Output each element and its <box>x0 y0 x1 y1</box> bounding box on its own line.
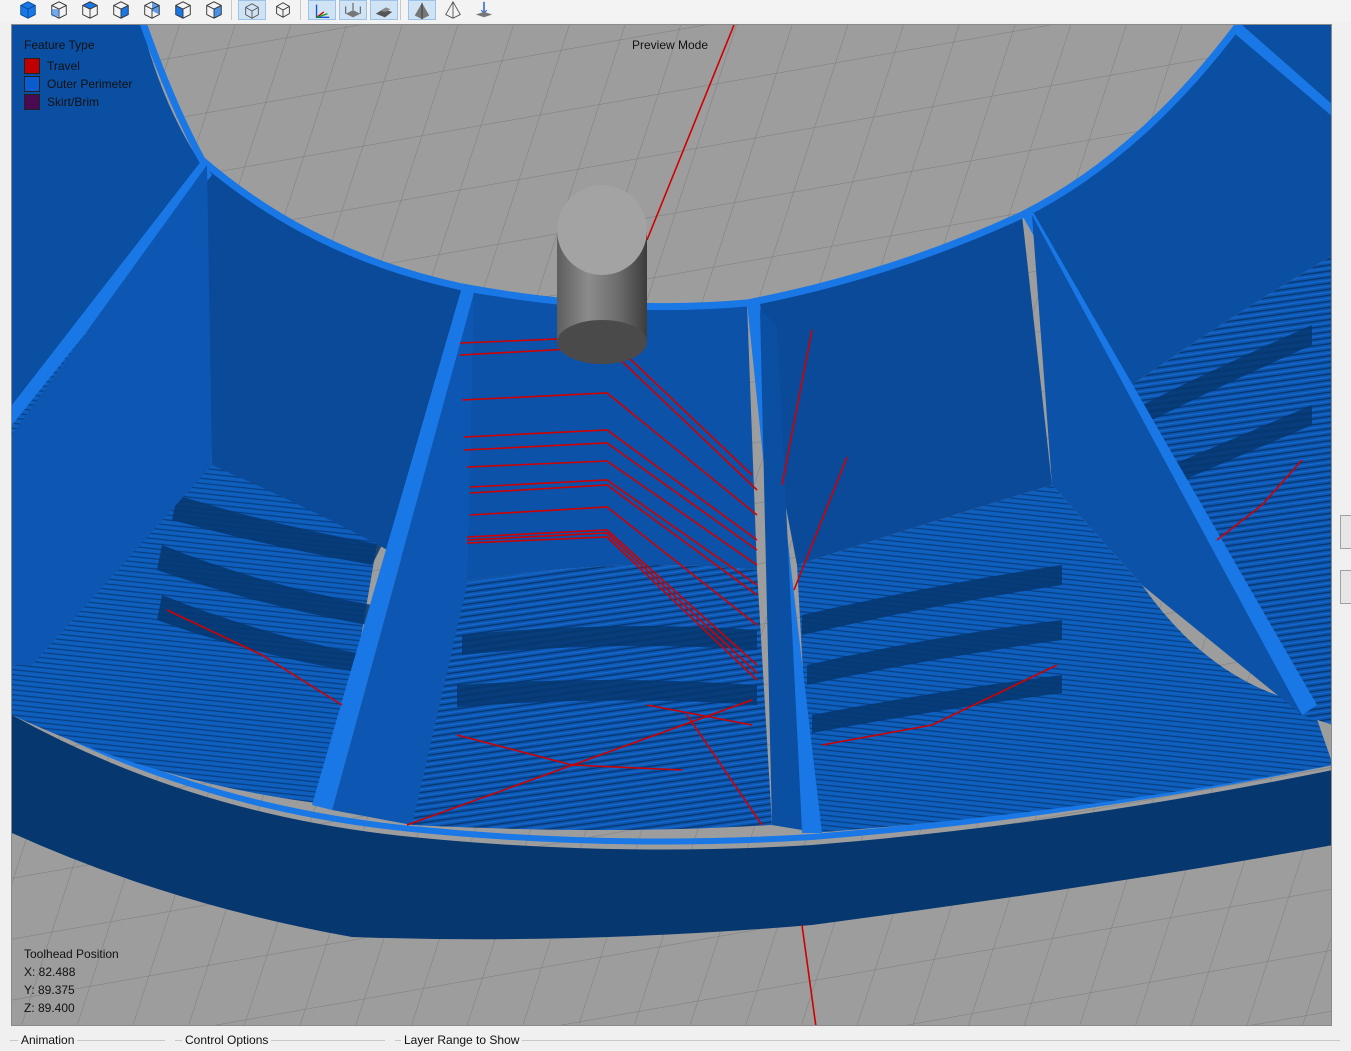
control-options-label: Control Options <box>182 1033 272 1047</box>
show-platform-button[interactable] <box>370 0 398 20</box>
preview-mode-label: Preview Mode <box>632 38 709 52</box>
axes-icon <box>315 4 330 19</box>
toolbar-separator <box>231 0 232 20</box>
preview-viewport[interactable]: Feature Type Travel Outer Perimeter Skirt/… <box>11 24 1332 1026</box>
perspective-cube-icon <box>245 3 259 19</box>
legend-swatch <box>24 76 40 92</box>
legend-label: Outer Perimeter <box>47 77 133 91</box>
view-toolbar <box>0 0 1351 22</box>
legend-label: Skirt/Brim <box>47 95 99 109</box>
cube-solid-icon <box>20 1 36 19</box>
view-side-button[interactable] <box>107 0 135 20</box>
toolhead-position-title: Toolhead Position <box>24 947 119 961</box>
view-top-button[interactable] <box>76 0 104 20</box>
toolhead-y: Y: 89.375 <box>24 983 75 997</box>
cube-back-icon <box>144 1 160 19</box>
perspective-button[interactable] <box>238 0 266 20</box>
side-panel-tab-top[interactable] <box>1340 515 1351 549</box>
ortho-cube-icon <box>276 2 290 18</box>
platform-icon <box>375 7 393 18</box>
wireframe-button[interactable] <box>439 0 467 20</box>
orthographic-button[interactable] <box>269 0 297 20</box>
gcode-preview-scene[interactable] <box>12 25 1332 1026</box>
solid-shading-button[interactable] <box>408 0 436 20</box>
view-right-button[interactable] <box>200 0 228 20</box>
cube-wire-icon <box>51 1 67 19</box>
legend-label: Travel <box>47 59 80 73</box>
toolhead-nozzle <box>557 185 647 364</box>
cube-top-icon <box>82 1 98 19</box>
wire-pyramid-icon <box>445 0 461 19</box>
cube-left-icon <box>175 1 191 19</box>
solid-pyramid-icon <box>414 2 430 20</box>
build-volume-icon <box>345 2 361 18</box>
view-left-button[interactable] <box>169 0 197 20</box>
layer-range-label: Layer Range to Show <box>401 1033 523 1047</box>
legend-swatch <box>24 58 40 74</box>
show-bed-button[interactable] <box>339 0 367 20</box>
animation-label: Animation <box>18 1033 78 1047</box>
legend-item: Outer Perimeter <box>24 76 132 92</box>
layer-range-group <box>395 1040 1340 1051</box>
cube-side-icon <box>113 1 129 19</box>
toolhead-x: X: 82.488 <box>24 965 76 979</box>
show-axes-button[interactable] <box>308 0 336 20</box>
side-panel-tab-bottom[interactable] <box>1340 570 1351 604</box>
align-bed-icon <box>475 1 493 18</box>
view-iso-button[interactable] <box>14 0 42 20</box>
toolbar-separator <box>400 0 401 20</box>
legend-swatch <box>24 94 40 110</box>
toolbar-separator <box>300 0 301 20</box>
align-bed-button[interactable] <box>470 0 498 20</box>
view-front-button[interactable] <box>45 0 73 20</box>
cube-right-icon <box>206 1 222 19</box>
legend-title: Feature Type <box>24 38 95 52</box>
view-back-button[interactable] <box>138 0 166 20</box>
toolhead-z: Z: 89.400 <box>24 1001 75 1015</box>
legend-item: Skirt/Brim <box>24 94 99 110</box>
legend-item: Travel <box>24 58 80 74</box>
